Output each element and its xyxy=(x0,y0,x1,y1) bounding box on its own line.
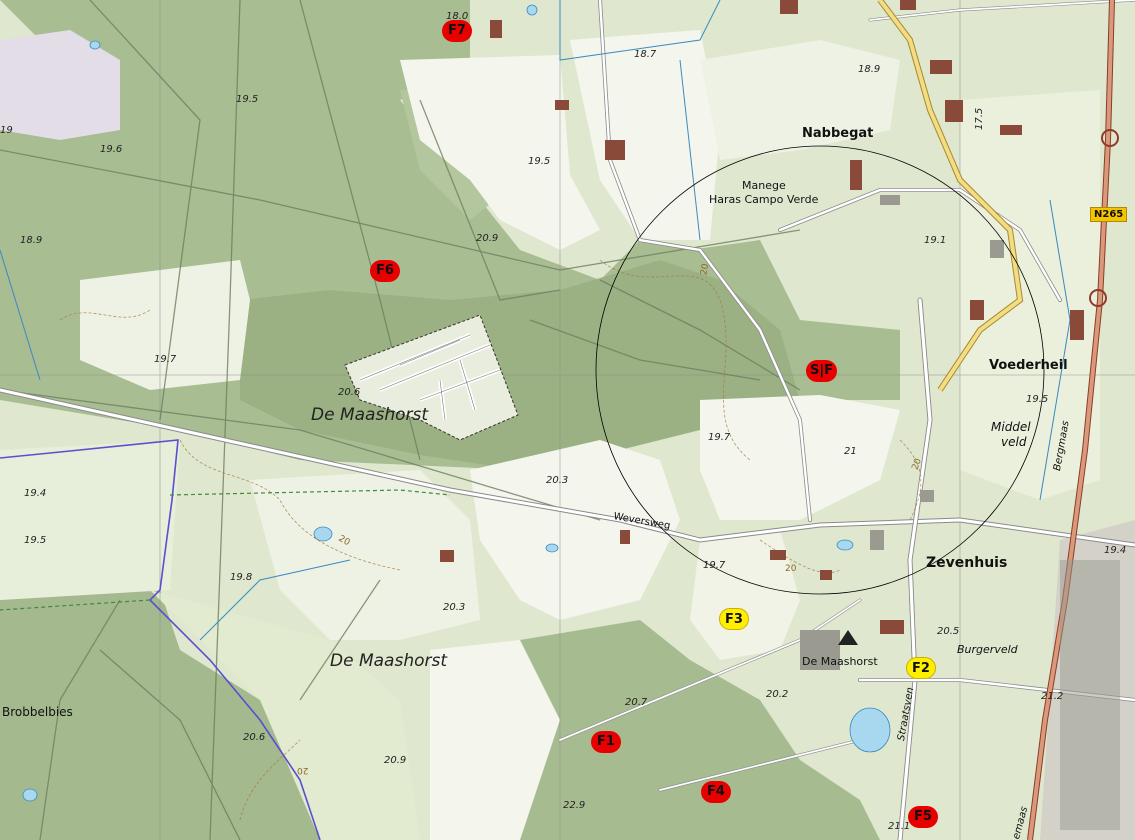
marker-f1[interactable]: F1 xyxy=(591,731,621,753)
elevation-label: 21 xyxy=(844,446,857,457)
elevation-label: 19.5 xyxy=(236,94,259,105)
elevation-label: 19.7 xyxy=(703,560,726,571)
elevation-label: 19.7 xyxy=(154,354,177,365)
marker-sf[interactable]: S|F xyxy=(806,360,837,382)
place-manege: Manege xyxy=(742,179,786,192)
place-zevenhuis: Zevenhuis xyxy=(926,555,1008,571)
elevation-label: 20.2 xyxy=(766,689,789,700)
elevation-label: 20.7 xyxy=(625,697,648,708)
contour-number: 20 xyxy=(297,765,309,775)
field-west xyxy=(80,260,250,390)
field-west-2 xyxy=(0,440,180,600)
place-nabbegat: Nabbegat xyxy=(802,126,874,141)
marker-f6[interactable]: F6 xyxy=(370,260,400,282)
elevation-label: 19.4 xyxy=(1104,545,1127,556)
elevation-label: 20.9 xyxy=(476,233,499,244)
elevation-label: 22.9 xyxy=(563,800,586,811)
elevation-label: 19.5 xyxy=(1026,394,1049,405)
elevation-label: 19.4 xyxy=(24,488,47,499)
elevation-label: 20.5 xyxy=(937,626,960,637)
marker-f4[interactable]: F4 xyxy=(701,781,731,803)
marker-f7[interactable]: F7 xyxy=(442,20,472,42)
place-haras-campo-verde: Haras Campo Verde xyxy=(709,193,819,206)
elevation-label: 19.6 xyxy=(100,144,123,155)
elevation-label: 19.5 xyxy=(528,156,551,167)
elevation-label: 20.6 xyxy=(338,387,361,398)
elevation-label: 21.1 xyxy=(888,821,911,832)
place-brobbelbies: Brobbelbies xyxy=(2,705,73,719)
elevation-label: 18.7 xyxy=(634,49,657,60)
map-canvas xyxy=(0,0,1135,840)
elevation-label: 19.8 xyxy=(230,572,253,583)
elevation-label: 20.6 xyxy=(243,732,266,743)
topographic-map[interactable]: 18.0 18.7 18.9 19.5 19.6 19 18.9 19.5 20… xyxy=(0,0,1135,840)
place-middelveld-2: veld xyxy=(1001,435,1027,449)
place-de-maashorst-village: De Maashorst xyxy=(802,655,878,668)
elevation-label: 19.7 xyxy=(708,432,731,443)
place-voederheil: Voederheil xyxy=(989,358,1068,373)
contour-number: 20 xyxy=(785,564,797,574)
field-far-east xyxy=(960,90,1100,500)
elevation-label: 20.3 xyxy=(546,475,569,486)
elevation-label: 19.1 xyxy=(924,235,947,246)
place-middelveld: Middel xyxy=(991,420,1031,434)
elevation-label: 19.5 xyxy=(24,535,47,546)
elevation-label: 20.3 xyxy=(443,602,466,613)
marker-f2[interactable]: F2 xyxy=(906,657,936,679)
elevation-label: 18.9 xyxy=(20,235,43,246)
field-southeast xyxy=(690,530,800,660)
marker-f3[interactable]: F3 xyxy=(719,608,749,630)
elevation-label: 18.9 xyxy=(858,64,881,75)
elevation-label: 17.5 xyxy=(974,107,985,130)
area-maashorst-south: De Maashorst xyxy=(330,651,447,671)
elevation-label: 20.9 xyxy=(384,755,407,766)
elevation-label: 19 xyxy=(0,125,13,136)
area-maashorst-north: De Maashorst xyxy=(311,405,428,425)
elevation-label: 21.2 xyxy=(1041,691,1064,702)
road-number-n265: N265 xyxy=(1090,207,1128,222)
marker-f5[interactable]: F5 xyxy=(908,806,938,828)
place-burgerveld: Burgerveld xyxy=(957,643,1018,656)
